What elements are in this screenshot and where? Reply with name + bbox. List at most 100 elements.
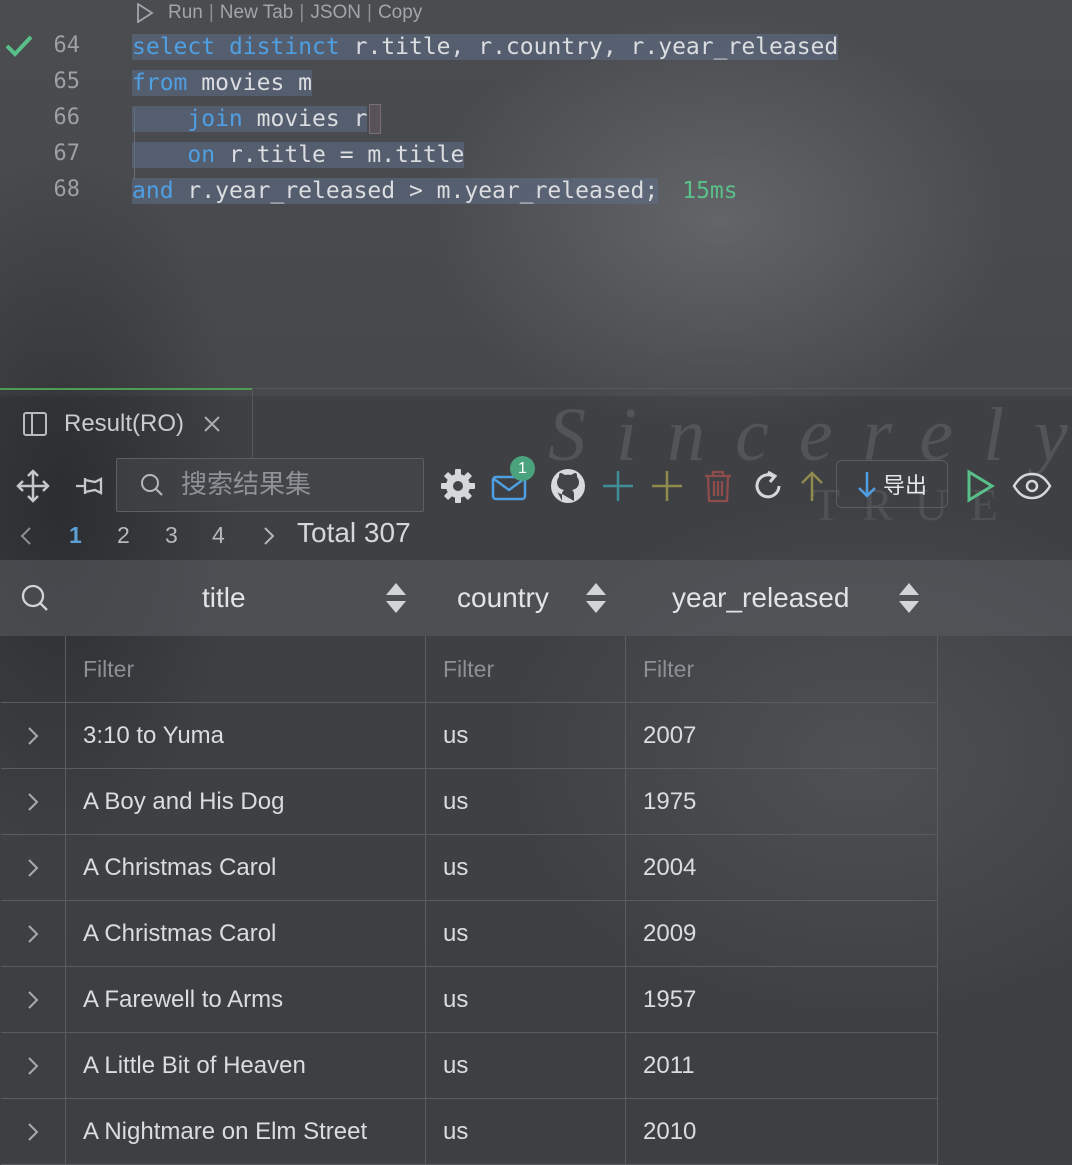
cell-year-released: 2010 [643, 1117, 697, 1145]
table-row[interactable]: A Farewell to Arms us 1957 [1, 967, 938, 1033]
close-icon[interactable] [202, 414, 222, 434]
code-line[interactable]: 64 select distinct r.title, r.country, r… [0, 28, 1072, 64]
cell-country: us [443, 787, 469, 815]
search-icon [141, 474, 163, 496]
result-search[interactable] [116, 458, 424, 512]
result-total: Total 307 [297, 517, 411, 548]
column-header-title[interactable]: title [202, 560, 246, 636]
table-row[interactable]: A Christmas Carol us 2009 [1, 901, 938, 967]
codelens-json[interactable]: JSON [310, 2, 361, 24]
cell-year-released: 1975 [643, 787, 697, 815]
gear-icon[interactable] [438, 466, 478, 506]
play-icon[interactable] [960, 466, 1000, 506]
sort-icon[interactable] [384, 560, 408, 636]
expand-chevron-icon[interactable] [1, 703, 66, 768]
arrow-up-icon[interactable] [792, 466, 832, 506]
export-button[interactable]: 导出 [836, 460, 948, 508]
code-text: movies r [256, 106, 368, 132]
line-number: 68 [53, 177, 81, 202]
tab-result-label: Result(RO) [64, 410, 185, 437]
expand-chevron-icon[interactable] [1, 901, 66, 966]
column-country-label: country [457, 582, 549, 613]
codelens-run[interactable]: Run [168, 2, 203, 24]
refresh-icon[interactable] [748, 466, 788, 506]
line-number: 66 [53, 105, 81, 130]
column-search-icon[interactable] [20, 560, 50, 636]
code-text: r.year_released > m.year_released; [187, 178, 659, 204]
table-row[interactable]: A Little Bit of Heaven us 2011 [1, 1033, 938, 1099]
table-row[interactable]: A Nightmare on Elm Street us 2010 [1, 1099, 938, 1165]
cell-country: us [443, 1051, 469, 1079]
filter-row: Filter Filter Filter [1, 636, 938, 703]
keyword: join [187, 106, 243, 132]
page-1[interactable]: 1 [69, 522, 82, 549]
filter-year-placeholder: Filter [643, 655, 695, 682]
table-row[interactable]: A Boy and His Dog us 1975 [1, 769, 938, 835]
expand-chevron-icon[interactable] [1, 769, 66, 834]
code-text: movies m [201, 70, 313, 96]
export-label: 导出 [882, 474, 927, 499]
line-number: 65 [53, 69, 81, 94]
pin-icon[interactable] [70, 466, 110, 506]
codelens-new-tab[interactable]: New Tab [220, 2, 294, 24]
filter-country[interactable]: Filter [425, 636, 626, 702]
expand-chevron-icon[interactable] [1, 967, 66, 1032]
add-row-icon[interactable] [598, 466, 638, 506]
code-text: r.title, r.country, r.year_released [353, 34, 839, 60]
chevron-left-icon[interactable] [20, 526, 32, 546]
keyword: distinct [228, 34, 340, 60]
sort-icon[interactable] [897, 560, 921, 636]
filter-title-placeholder: Filter [83, 655, 135, 682]
code-line[interactable]: 67 on r.title = m.title [0, 136, 1072, 172]
move-icon[interactable] [13, 466, 53, 506]
filter-country-placeholder: Filter [443, 655, 495, 682]
add-column-icon[interactable] [647, 466, 687, 506]
code-line[interactable]: 68 and r.year_released > m.year_released… [0, 172, 1072, 208]
cell-title: A Little Bit of Heaven [83, 1051, 306, 1079]
line-number: 64 [53, 33, 81, 58]
sort-icon[interactable] [584, 560, 608, 636]
trash-icon[interactable] [698, 466, 738, 506]
column-header-country[interactable]: country [457, 560, 549, 636]
page-4[interactable]: 4 [212, 522, 225, 549]
cell-year-released: 2007 [643, 721, 697, 749]
chevron-right-icon[interactable] [263, 526, 275, 546]
expand-chevron-icon[interactable] [1, 1099, 66, 1164]
result-panel: Result(RO) 1 [0, 388, 1072, 1165]
cell-year-released: 2004 [643, 853, 697, 881]
cell-title: A Boy and His Dog [83, 787, 285, 815]
column-title-label: title [202, 582, 246, 613]
table-row[interactable]: A Christmas Carol us 2004 [1, 835, 938, 901]
line-number: 67 [53, 141, 81, 166]
text-cursor [369, 104, 382, 134]
table-row[interactable]: 3:10 to Yuma us 2007 [1, 703, 938, 769]
filter-title[interactable]: Filter [65, 636, 426, 702]
sql-editor[interactable]: Run | New Tab | JSON | Copy 64 select di… [0, 0, 1072, 388]
page-2[interactable]: 2 [117, 522, 130, 549]
eye-icon[interactable] [1012, 466, 1052, 506]
page-3[interactable]: 3 [165, 522, 178, 549]
cell-title: A Farewell to Arms [83, 985, 284, 1013]
run-play-icon[interactable] [136, 3, 154, 23]
query-timing: 15ms [682, 178, 738, 204]
search-input[interactable] [179, 469, 423, 501]
column-header-year-released[interactable]: year_released [672, 560, 849, 636]
codelens-copy[interactable]: Copy [378, 2, 422, 24]
cell-country: us [443, 853, 469, 881]
codelens-separator: | [299, 2, 305, 23]
code-line[interactable]: 66 join movies r [0, 100, 1072, 136]
cell-title: A Christmas Carol [83, 853, 277, 881]
filter-year-released[interactable]: Filter [625, 636, 938, 702]
cell-year-released: 1957 [643, 985, 697, 1013]
github-icon[interactable] [548, 466, 588, 506]
panel-layout-icon [23, 412, 47, 436]
code-line[interactable]: 65 from movies m [0, 64, 1072, 100]
expand-chevron-icon[interactable] [1, 835, 66, 900]
codelens-separator: | [367, 2, 372, 23]
keyword: on [187, 142, 216, 168]
cell-country: us [443, 1117, 469, 1145]
tab-result[interactable]: Result(RO) [0, 390, 253, 458]
expand-chevron-icon[interactable] [1, 1033, 66, 1098]
result-toolbar: 1 导出 [0, 456, 1072, 514]
check-icon [5, 35, 33, 57]
